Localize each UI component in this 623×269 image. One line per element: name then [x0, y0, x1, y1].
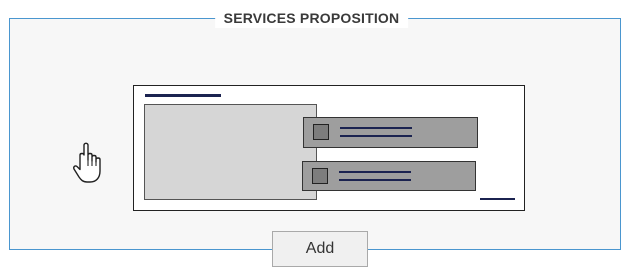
preview-service-icon-1	[313, 124, 329, 140]
services-layout-preview[interactable]	[133, 85, 525, 211]
preview-service-row-2	[302, 161, 476, 191]
preview-service-text-line-1	[340, 135, 412, 137]
preview-service-row-1	[303, 117, 478, 148]
preview-service-title-line-2	[339, 171, 411, 173]
preview-service-icon-2	[312, 168, 328, 184]
preview-footer-line	[480, 198, 515, 200]
preview-service-title-line-1	[340, 127, 412, 129]
section-title: SERVICES PROPOSITION	[214, 8, 409, 28]
hand-pointer-icon	[73, 142, 101, 183]
services-proposition-panel	[9, 18, 621, 250]
preview-heading-line	[145, 94, 221, 97]
preview-service-text-line-2	[339, 179, 411, 181]
services-proposition-editor: SERVICES PROPOSITION Add	[0, 0, 623, 269]
add-button[interactable]: Add	[272, 231, 368, 267]
preview-image-block	[144, 104, 317, 200]
